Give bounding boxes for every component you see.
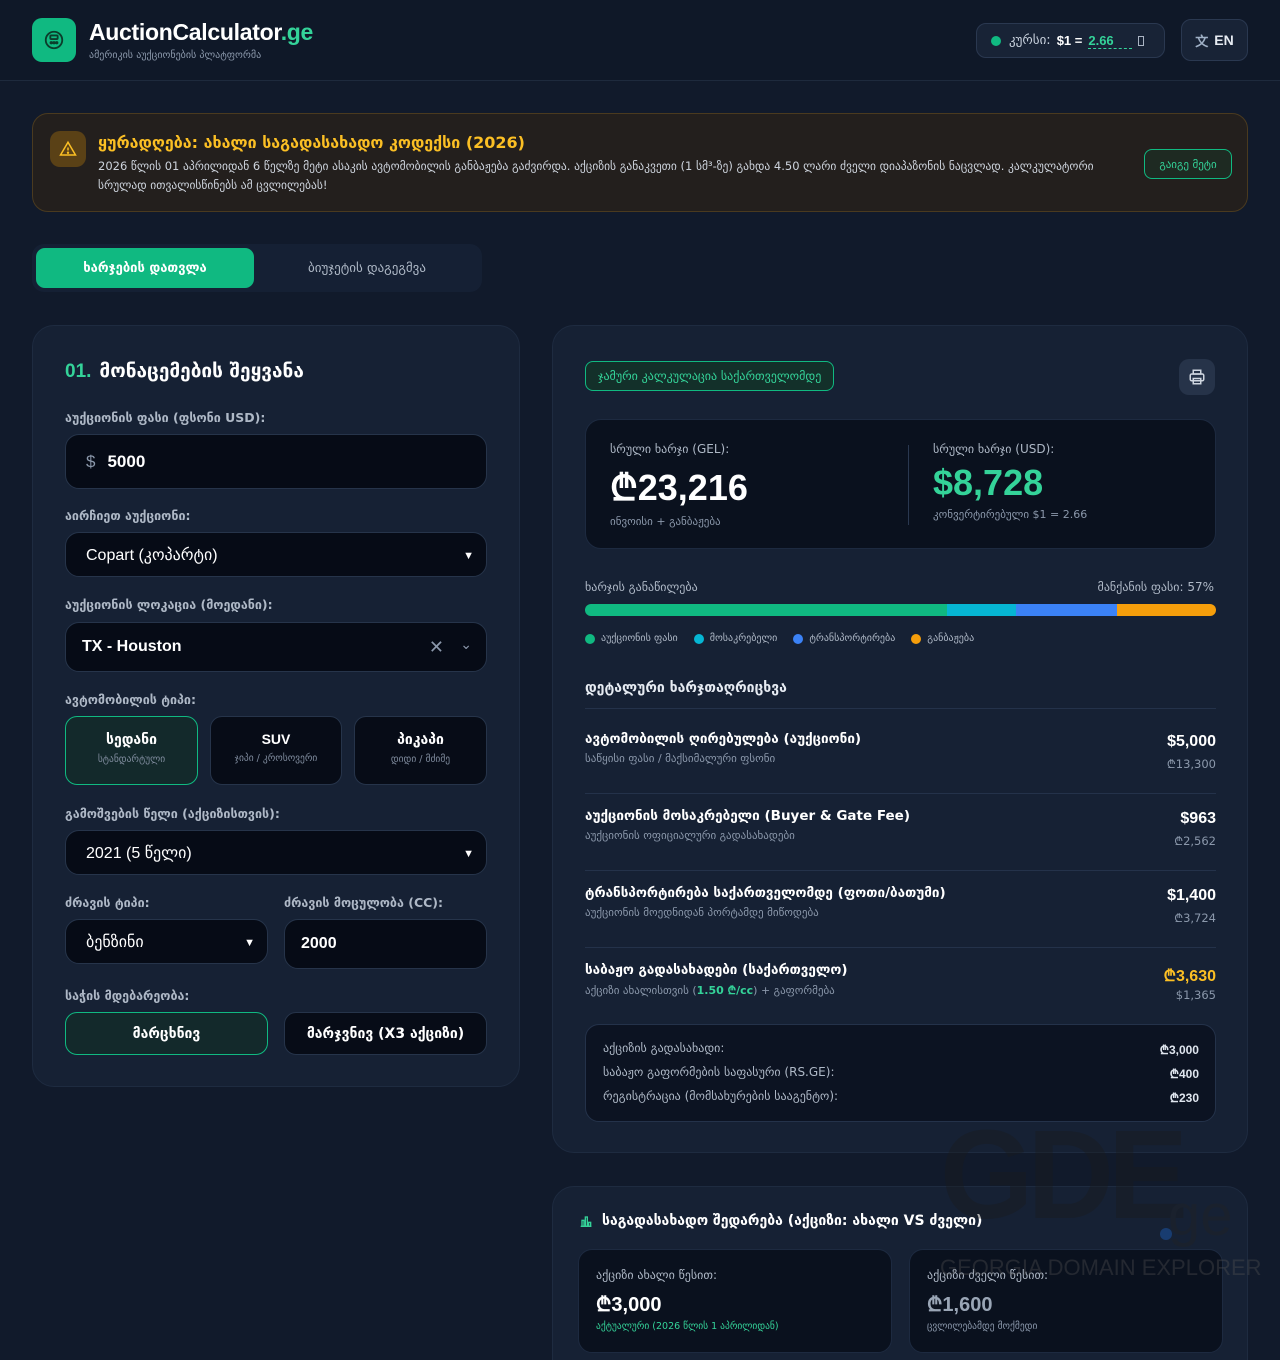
learn-more-button[interactable]: გაიგე მეტი <box>1144 149 1232 179</box>
breakdown-label: ხარჯის განაწილება <box>585 580 698 594</box>
legend-item-customs: განბაჟება <box>911 633 974 644</box>
total-usd-note: კონვერტირებული $1 = 2.66 <box>933 508 1088 521</box>
total-gel-note: ინვოისი + განბაჟება <box>610 515 721 528</box>
bar-segment-customs <box>1116 604 1216 616</box>
total-calculation-badge: ჯამური კალკულაცია საქართველომდე <box>585 361 835 391</box>
brand-name[interactable]: AuctionCalculator.ge <box>89 19 313 46</box>
calculator-logo-icon[interactable] <box>32 18 76 62</box>
steering-left-button[interactable]: მარცხნივ <box>65 1012 268 1055</box>
divider <box>585 870 1216 871</box>
year-select[interactable]: 2021 (5 წელი) ▼ <box>65 830 487 875</box>
price-label: აუქციონის ფასი (ფსონი USD): <box>65 410 266 425</box>
vehicle-type-pickup[interactable]: პიკაპი დიდი / მძიმე <box>354 716 487 785</box>
alert-text: 2026 წლის 01 აპრილიდან 6 წელზე მეტი ასაკ… <box>98 159 1094 192</box>
vehicle-type-sedan[interactable]: სედანი სტანდარტული <box>65 716 198 785</box>
customs-breakdown: აქციზის გადასახადი: ₾3,000 საბაჟო გაფორმ… <box>585 1024 1216 1122</box>
cost-row-auction-fee: აუქციონის მოსაკრებელი (Buyer & Gate Fee)… <box>585 808 1216 848</box>
tab-budget-planning[interactable]: ბიუჯეტის დაგეგმვა <box>258 248 476 288</box>
cost-row-transport: ტრანსპორტირება საქართველომდე (ფოთი/ბათუმ… <box>585 885 1216 925</box>
breakdown-legend: აუქციონის ფასი მოსაკრებელი ტრანსპორტირებ… <box>585 633 974 644</box>
print-button[interactable] <box>1179 359 1215 395</box>
language-switch-button[interactable]: 文 EN <box>1181 19 1248 61</box>
chevron-down-icon[interactable]: ⌄ <box>460 636 472 653</box>
engine-cc-input[interactable]: 2000 <box>284 919 487 969</box>
brand-tagline: ამერიკის აუქციონების პლატფორმა <box>89 50 262 61</box>
total-gel-label: სრული ხარჯი (GEL): <box>610 442 730 456</box>
chevron-down-icon: ▼ <box>463 549 474 562</box>
location-label: აუქციონის ლოკაცია (მოედანი): <box>65 597 273 612</box>
legend-item-transport: ტრანსპორტირება <box>793 633 895 644</box>
legend-item-auction: აუქციონის ფასი <box>585 633 678 644</box>
tax-code-alert: ყურადღება: ახალი საგადასახადო კოდექსი (2… <box>32 113 1248 212</box>
bar-segment-fee <box>946 604 1016 616</box>
detail-title: დეტალური ხარჯთაღრიცხვა <box>585 680 787 696</box>
section-title: 01. მონაცემების შეყვანა <box>65 360 304 382</box>
input-form-card: 01. მონაცემების შეყვანა აუქციონის ფასი (ფ… <box>32 325 520 1087</box>
steering-label: საჭის მდებარეობა: <box>65 988 190 1003</box>
steering-right-button[interactable]: მარჯვნივ (X3 აქციზი) <box>284 1012 487 1055</box>
exchange-rate-input[interactable]: 2.66 <box>1088 33 1132 49</box>
bar-chart-icon <box>580 1216 592 1227</box>
cost-row-customs: საბაჟო გადასახადები (საქართველო) აქციზი … <box>585 962 1216 1002</box>
translate-icon: 文 <box>1195 33 1209 49</box>
divider <box>585 793 1216 794</box>
edit-icon[interactable] <box>1137 35 1144 46</box>
divider <box>908 445 909 525</box>
chevron-down-icon: ▼ <box>244 936 255 949</box>
divider <box>585 947 1216 948</box>
tax-comparison-card: საგადასახადო შედარება (აქციზი: ახალი VS … <box>552 1186 1248 1360</box>
chevron-down-icon: ▼ <box>463 847 474 860</box>
auction-label: აირჩიეთ აუქციონი: <box>65 508 191 523</box>
bar-segment-auction <box>585 604 947 616</box>
total-gel-value: ₾23,216 <box>610 467 748 508</box>
comparison-title: საგადასახადო შედარება (აქციზი: ახალი VS … <box>578 1213 982 1229</box>
cost-row-vehicle: ავტომობილის ღირებულება (აუქციონი) საწყის… <box>585 731 1216 771</box>
tab-cost-calculation[interactable]: ხარჯების დათვლა <box>36 248 254 288</box>
engine-cc-label: ძრავის მოცულობა (CC): <box>284 895 444 910</box>
printer-icon <box>1189 369 1205 385</box>
engine-type-label: ძრავის ტიპი: <box>65 895 150 910</box>
results-card: ჯამური კალკულაცია საქართველომდე სრული ხა… <box>552 325 1248 1153</box>
price-input[interactable]: $ 5000 <box>65 434 487 489</box>
top-header: AuctionCalculator.ge ამერიკის აუქციონები… <box>0 0 1280 81</box>
year-label: გამოშვების წელი (აქციზისთვის): <box>65 806 280 821</box>
warning-icon <box>50 131 86 167</box>
car-share-label: მანქანის ფასი: 57% <box>1097 580 1214 594</box>
cost-breakdown-bar <box>585 604 1216 616</box>
vehicle-type-suv[interactable]: SUV ჯიპი / კროსოვერი <box>210 716 342 785</box>
auction-select[interactable]: Copart (კოპარტი) ▼ <box>65 532 487 577</box>
vehicle-type-label: ავტომობილის ტიპი: <box>65 692 196 707</box>
divider <box>585 708 1216 709</box>
new-excise-box: აქციზი ახალი წესით: ₾3,000 აქტუალური (20… <box>578 1249 892 1353</box>
old-excise-box: აქციზი ძველი წესით: ₾1,600 ცვლილებამდე მ… <box>909 1249 1223 1353</box>
dollar-icon: $ <box>86 451 96 471</box>
bar-segment-transport <box>1015 604 1117 616</box>
clear-icon[interactable]: ✕ <box>429 637 444 658</box>
alert-title: ყურადღება: ახალი საგადასახადო კოდექსი (2… <box>98 133 525 152</box>
exchange-rate-widget[interactable]: კურსი: $1 = 2.66 <box>976 23 1165 58</box>
legend-item-fee: მოსაკრებელი <box>693 633 777 644</box>
location-select[interactable]: TX - Houston ✕ ⌄ <box>65 622 487 672</box>
total-usd-value: $8,728 <box>933 462 1044 503</box>
mode-tabs: ხარჯების დათვლა ბიუჯეტის დაგეგმვა <box>32 244 482 292</box>
total-usd-label: სრული ხარჯი (USD): <box>933 442 1055 456</box>
total-summary: სრული ხარჯი (GEL): ₾23,216 ინვოისი + გან… <box>585 419 1216 549</box>
engine-type-select[interactable]: ბენზინი ▼ <box>65 919 268 964</box>
live-status-dot <box>991 35 1001 46</box>
